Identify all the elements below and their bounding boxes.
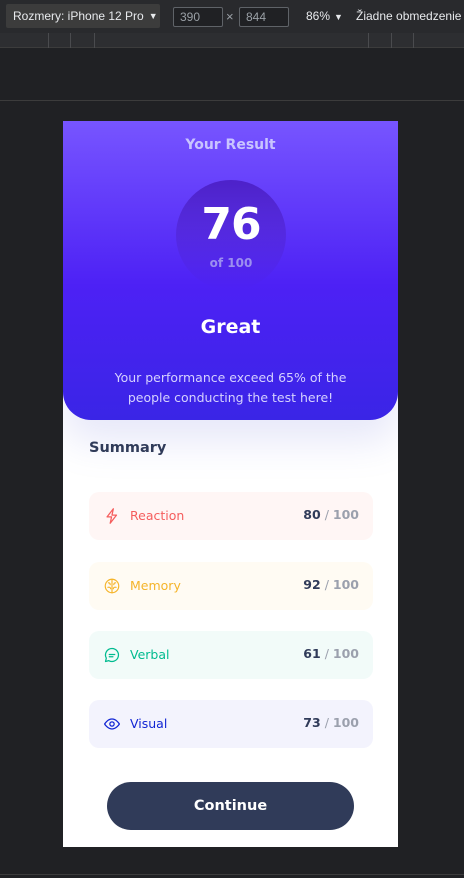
continue-button[interactable]: Continue: [107, 782, 354, 830]
throttling-select[interactable]: Žiadne obmedzenie: [356, 9, 461, 23]
score-max: 100: [332, 715, 359, 730]
zoom-value: 86%: [306, 9, 331, 23]
device-viewport: Your Result 76 of 100 Great Your perform…: [63, 121, 398, 847]
score-separator: /: [324, 715, 329, 730]
score-value: 61: [303, 646, 321, 661]
summary-item-reaction: Reaction 80/100: [89, 492, 373, 540]
chat-bubble-icon: [103, 646, 121, 664]
score-value: 76: [201, 199, 261, 250]
summary-item-label: Reaction: [130, 508, 185, 523]
summary-item-label: Verbal: [130, 647, 170, 662]
score-max: 100: [332, 577, 359, 592]
summary-item-visual: Visual 73/100: [89, 700, 373, 748]
score-max: of 100: [209, 256, 253, 270]
ruler-tick: [94, 33, 95, 48]
eye-icon: [103, 715, 121, 733]
result-heading: Your Result: [185, 137, 276, 153]
summary-item-score: 61/100: [303, 646, 359, 661]
ruler-tick: [48, 33, 49, 48]
rating-title: Great: [200, 316, 261, 338]
score-max: 100: [332, 507, 359, 522]
score-separator: /: [324, 646, 329, 661]
result-card: Your Result 76 of 100 Great Your perform…: [63, 121, 398, 420]
ruler-tick: [413, 33, 414, 48]
score-circle: 76 of 100: [176, 180, 286, 290]
ruler-tick: [391, 33, 392, 48]
result-description: Your performance exceed 65% of the peopl…: [114, 370, 347, 405]
summary-item-score: 92/100: [303, 577, 359, 592]
summary-item-label: Visual: [130, 716, 168, 731]
divider: [0, 100, 464, 101]
summary-item-memory: Memory 92/100: [89, 562, 373, 610]
score-value: 92: [303, 577, 321, 592]
summary-item-verbal: Verbal 61/100: [89, 631, 373, 679]
summary-item-score: 73/100: [303, 715, 359, 730]
zoom-select[interactable]: 86% ▼: [306, 9, 343, 23]
ruler-tick: [368, 33, 369, 48]
lightning-icon: [103, 507, 121, 525]
chevron-down-icon: ▼: [334, 12, 343, 22]
media-query-ruler[interactable]: [0, 33, 464, 48]
viewport-height-input[interactable]: 844: [239, 7, 289, 27]
score-separator: /: [324, 507, 329, 522]
viewport-width-input[interactable]: 390: [173, 7, 223, 27]
score-separator: /: [324, 577, 329, 592]
dimension-separator: ×: [226, 9, 234, 24]
brain-icon: [103, 577, 121, 595]
device-select-label: Rozmery: iPhone 12 Pro: [13, 9, 144, 23]
devtools-device-toolbar: Rozmery: iPhone 12 Pro ▼ 390 × 844 86% ▼ …: [0, 0, 464, 33]
score-max: 100: [332, 646, 359, 661]
ruler-tick: [70, 33, 71, 48]
summary-item-score: 80/100: [303, 507, 359, 522]
device-select[interactable]: Rozmery: iPhone 12 Pro ▼: [6, 4, 160, 28]
chevron-down-icon: ▼: [148, 11, 158, 21]
summary-title: Summary: [89, 440, 167, 456]
score-value: 80: [303, 507, 321, 522]
divider: [0, 874, 464, 875]
summary-item-label: Memory: [130, 578, 181, 593]
score-value: 73: [303, 715, 321, 730]
